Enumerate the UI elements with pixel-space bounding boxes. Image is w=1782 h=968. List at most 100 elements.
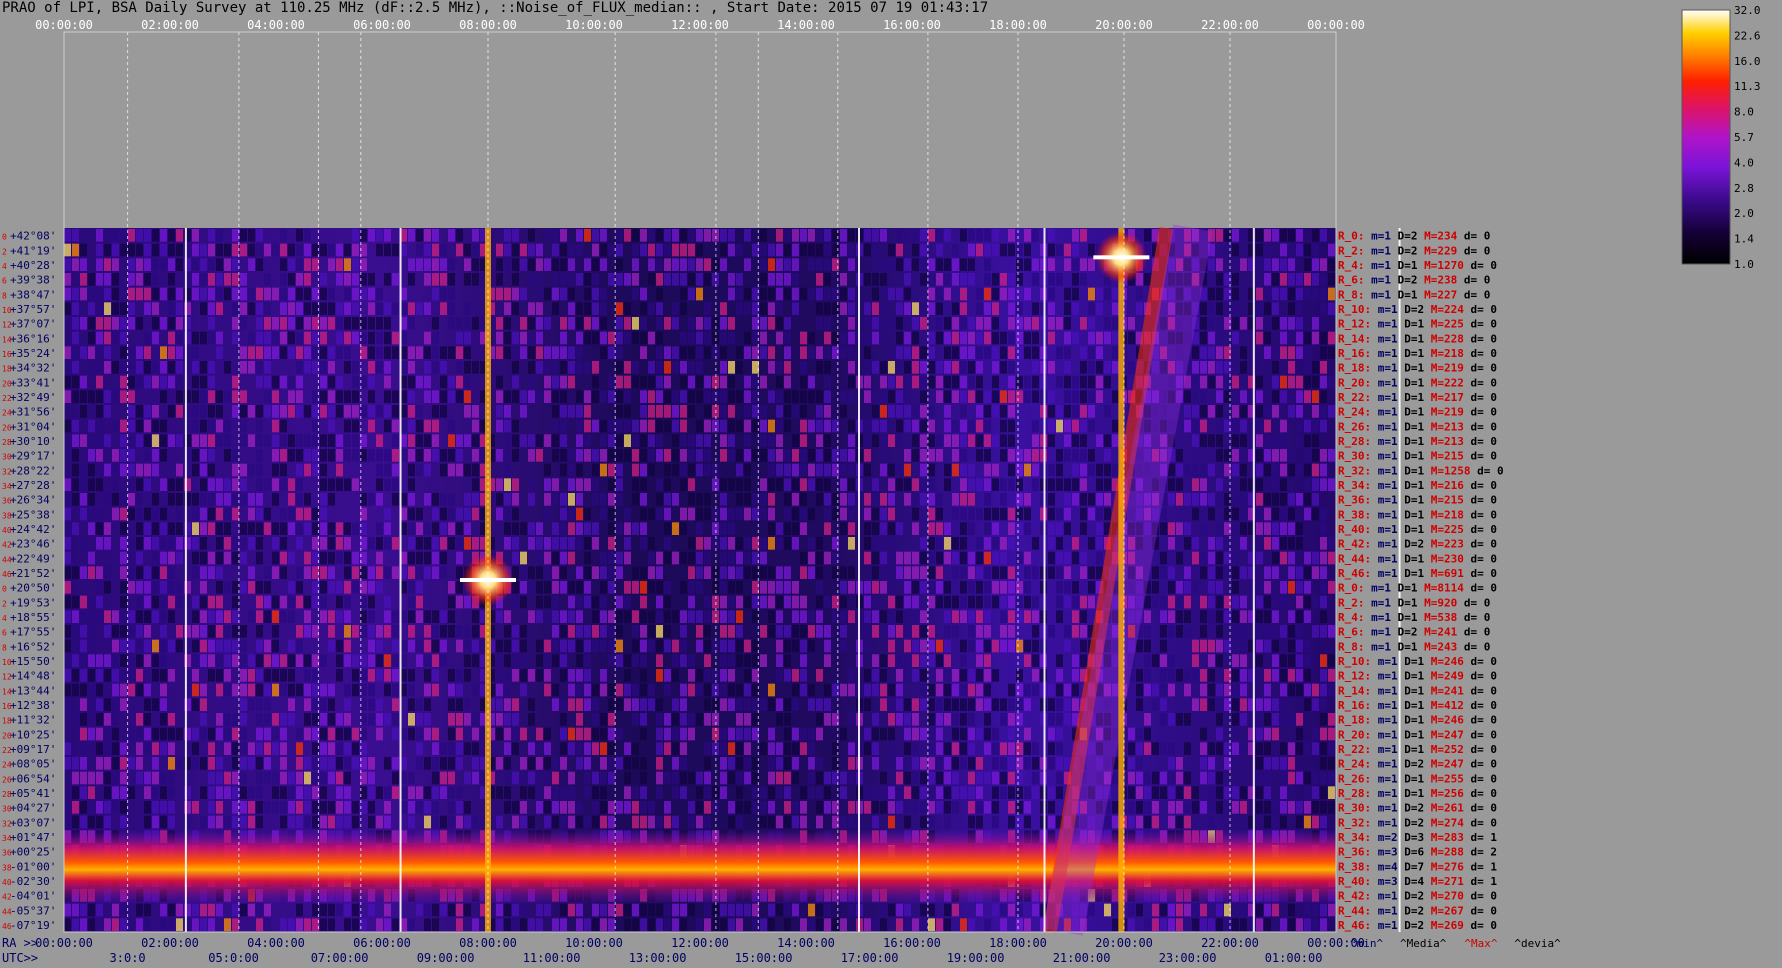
heatmap-cell bbox=[328, 493, 335, 506]
heatmap-cell bbox=[104, 757, 111, 770]
heatmap-cell bbox=[600, 727, 607, 741]
heatmap-cell bbox=[1024, 449, 1031, 462]
heatmap-cell bbox=[80, 287, 87, 301]
heatmap-cell bbox=[128, 566, 135, 579]
heatmap-cell bbox=[776, 317, 783, 330]
heatmap-cell bbox=[584, 698, 591, 711]
heatmap-cell bbox=[656, 698, 663, 711]
heatmap-cell bbox=[984, 727, 991, 741]
heatmap-cell bbox=[528, 610, 535, 623]
heatmap-cell bbox=[96, 669, 103, 682]
heatmap-cell bbox=[232, 683, 239, 697]
heatmap-cell bbox=[280, 419, 287, 433]
heatmap-cell bbox=[96, 537, 103, 550]
heatmap-cell bbox=[1080, 507, 1087, 521]
heatmap-cell bbox=[192, 742, 199, 755]
heatmap-cell bbox=[336, 317, 343, 330]
heatmap-cell bbox=[688, 273, 695, 286]
heatmap-cell bbox=[800, 434, 807, 447]
heatmap-cell bbox=[576, 757, 583, 770]
heatmap-cell bbox=[768, 478, 775, 491]
heatmap-cell bbox=[904, 815, 911, 829]
heatmap-cell bbox=[464, 654, 471, 667]
heatmap-cell bbox=[624, 537, 631, 550]
heatmap-cell bbox=[1016, 595, 1023, 609]
heatmap-cell bbox=[456, 507, 463, 521]
heatmap-cell bbox=[912, 493, 919, 506]
heatmap-cell bbox=[128, 537, 135, 550]
heatmap-cell bbox=[1048, 507, 1055, 521]
heatmap-cell bbox=[1016, 551, 1023, 565]
heatmap-cell bbox=[528, 478, 535, 491]
heatmap-cell bbox=[744, 346, 751, 359]
heatmap-cell bbox=[328, 258, 335, 271]
heatmap-cell bbox=[936, 654, 943, 667]
heatmap-cell bbox=[632, 903, 639, 917]
heatmap-cell bbox=[952, 273, 959, 286]
heatmap-cell bbox=[584, 522, 591, 535]
heatmap-cell bbox=[784, 654, 791, 667]
heatmap-cell bbox=[944, 331, 951, 345]
heatmap-cell bbox=[456, 815, 463, 829]
heatmap-cell bbox=[960, 698, 967, 711]
heatmap-cell bbox=[296, 507, 303, 521]
heatmap-cell bbox=[944, 698, 951, 711]
heatmap-cell bbox=[584, 434, 591, 447]
heatmap-cell bbox=[328, 390, 335, 403]
heatmap-cell bbox=[864, 273, 871, 286]
heatmap-cell bbox=[440, 771, 447, 785]
heatmap-cell bbox=[456, 742, 463, 755]
heatmap-cell bbox=[1056, 449, 1063, 462]
heatmap-cell bbox=[928, 478, 935, 491]
heatmap-cell bbox=[816, 434, 823, 447]
heatmap-cell bbox=[904, 493, 911, 506]
heatmap-cell bbox=[544, 493, 551, 506]
heatmap-cell bbox=[304, 287, 311, 301]
heatmap-cell bbox=[912, 639, 919, 653]
heatmap-cell bbox=[1064, 258, 1071, 271]
heatmap-cell bbox=[1136, 742, 1143, 755]
heatmap-cell bbox=[680, 757, 687, 770]
heatmap-cell bbox=[616, 449, 623, 462]
heatmap-cell bbox=[352, 551, 359, 565]
heatmap-cell bbox=[728, 537, 735, 550]
heatmap-cell bbox=[160, 713, 167, 726]
heatmap-cell bbox=[296, 537, 303, 550]
heatmap-cell bbox=[872, 229, 879, 242]
heatmap-cell bbox=[728, 478, 735, 491]
heatmap-cell bbox=[592, 639, 599, 653]
heatmap-cell bbox=[760, 801, 767, 814]
heatmap-cell bbox=[1032, 419, 1039, 433]
heatmap-cell bbox=[800, 610, 807, 623]
heatmap-cell bbox=[1008, 713, 1015, 726]
heatmap-cell bbox=[744, 463, 751, 477]
heatmap-cell bbox=[216, 771, 223, 785]
heatmap-cell bbox=[904, 742, 911, 755]
heatmap-cell bbox=[256, 903, 263, 917]
heatmap-cell bbox=[304, 273, 311, 286]
heatmap-cell bbox=[1000, 742, 1007, 755]
heatmap-cell bbox=[96, 449, 103, 462]
heatmap-cell bbox=[616, 551, 623, 565]
heatmap-cell bbox=[928, 375, 935, 389]
heatmap-cell bbox=[1024, 639, 1031, 653]
heatmap-cell bbox=[288, 493, 295, 506]
heatmap-cell bbox=[424, 375, 431, 389]
heatmap-cell bbox=[240, 229, 247, 242]
heatmap-cell bbox=[416, 566, 423, 579]
heatmap-cell bbox=[736, 537, 743, 550]
heatmap-cell bbox=[976, 229, 983, 242]
heatmap-cell bbox=[112, 639, 119, 653]
heatmap-cell bbox=[600, 419, 607, 433]
heatmap-cell bbox=[1000, 273, 1007, 286]
heatmap-cell bbox=[456, 683, 463, 697]
heatmap-cell bbox=[776, 669, 783, 682]
heatmap-cell bbox=[736, 581, 743, 594]
heatmap-cell bbox=[240, 419, 247, 433]
heatmap-cell bbox=[608, 698, 615, 711]
heatmap-cell bbox=[560, 669, 567, 682]
heatmap-cell bbox=[176, 258, 183, 271]
heatmap-cell bbox=[616, 390, 623, 403]
heatmap-cell bbox=[1128, 742, 1135, 755]
heatmap-cell bbox=[864, 727, 871, 741]
